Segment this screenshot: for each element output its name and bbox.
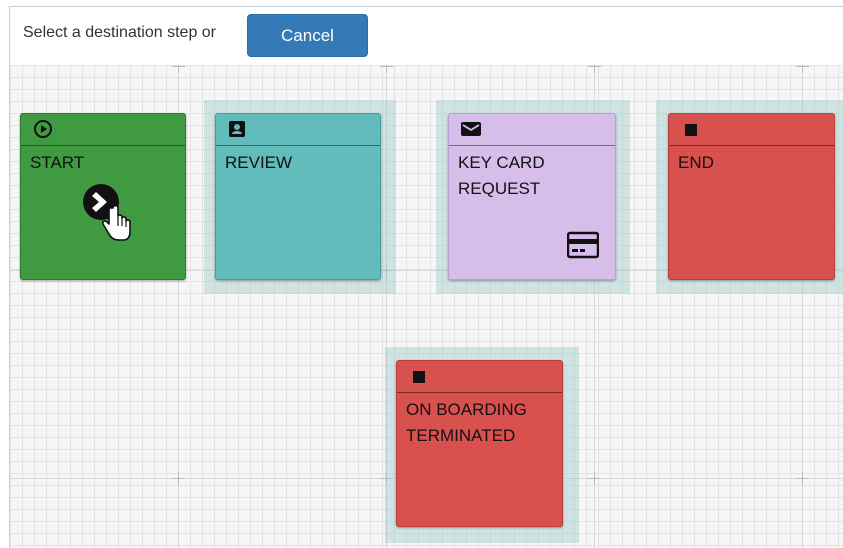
node-header (449, 114, 615, 146)
node-label: KEY CARD REQUEST (458, 153, 545, 198)
node-label: START (30, 153, 85, 172)
credit-card-icon (567, 231, 599, 259)
grid-marker (172, 65, 185, 73)
workflow-canvas[interactable]: START REVIEW KEY CARD REQUEST END ON BOA… (10, 65, 843, 548)
stop-square-icon (413, 371, 425, 383)
grid-marker (796, 65, 809, 73)
node-label: END (678, 153, 714, 172)
grid-marker (380, 65, 393, 73)
step-node-on-boarding-terminated[interactable]: ON BOARDING TERMINATED (396, 360, 563, 527)
grid-marker (588, 65, 601, 73)
play-circle-icon (34, 120, 52, 138)
node-label: REVIEW (225, 153, 293, 172)
node-header (397, 361, 562, 393)
step-node-end[interactable]: END (668, 113, 835, 280)
selection-toolbar: Select a destination step or Cancel (10, 7, 843, 65)
select-destination-prompt: Select a destination step or (23, 24, 217, 41)
grid-marker (796, 472, 809, 485)
step-node-review[interactable]: REVIEW (215, 113, 381, 280)
node-header (21, 114, 185, 146)
grid-marker (588, 472, 601, 485)
envelope-icon (461, 122, 481, 136)
cancel-button[interactable]: Cancel (247, 14, 368, 57)
node-header (216, 114, 380, 146)
node-header (669, 114, 834, 146)
contact-card-icon (229, 121, 245, 137)
step-node-start[interactable]: START (20, 113, 186, 280)
stop-square-icon (685, 124, 697, 136)
chevron-right-circle-icon[interactable] (81, 182, 133, 242)
grid-marker (172, 472, 185, 485)
node-label: ON BOARDING TERMINATED (406, 400, 527, 445)
step-node-key-card-request[interactable]: KEY CARD REQUEST (448, 113, 616, 280)
